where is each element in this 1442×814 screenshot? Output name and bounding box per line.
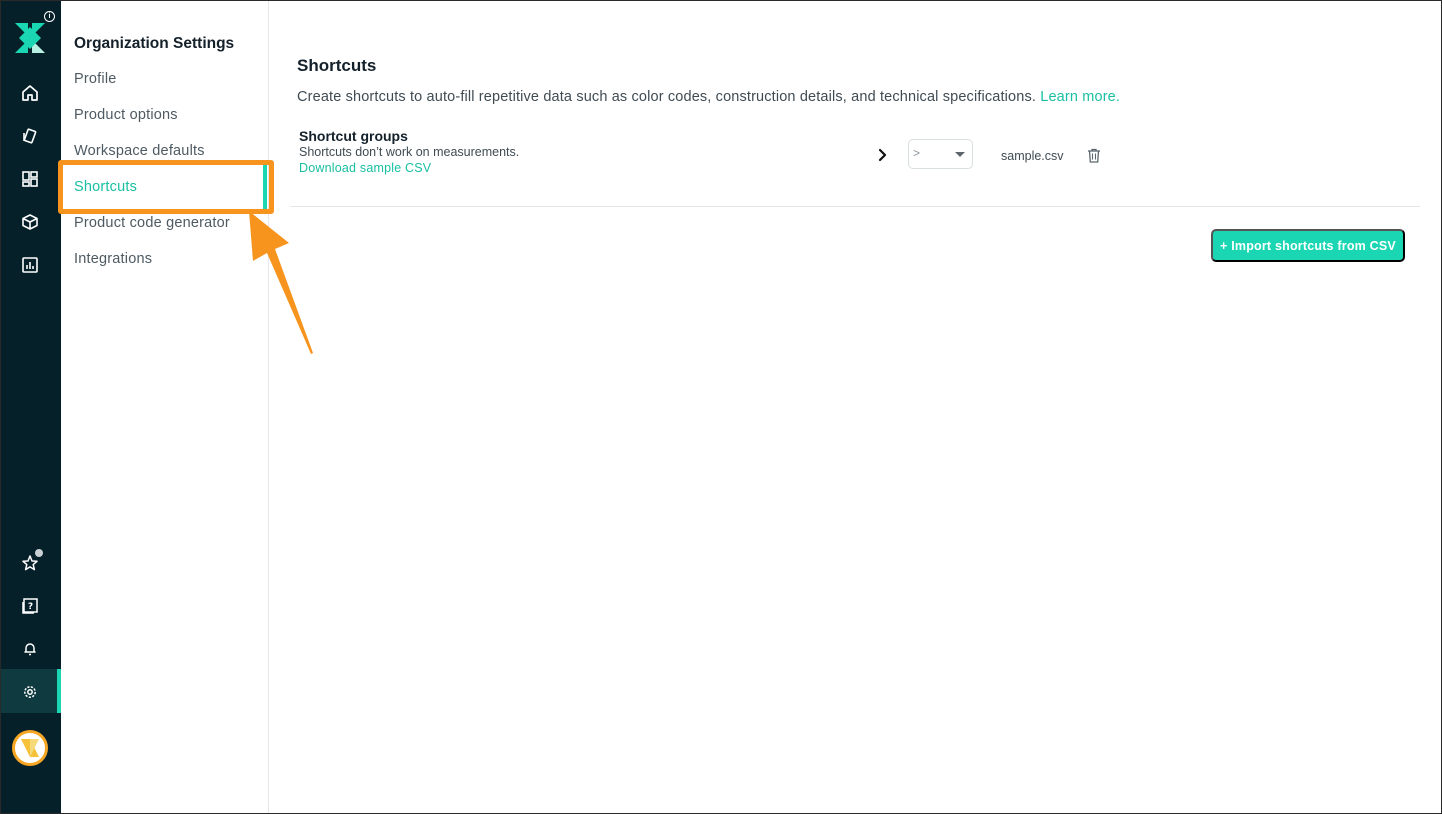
shortcut-group-select[interactable]: > xyxy=(908,139,973,169)
chart-icon[interactable] xyxy=(18,253,42,277)
sidebar-item-product-options[interactable]: Product options xyxy=(74,107,178,123)
tag-icon[interactable] xyxy=(18,124,42,148)
sidebar-item-integrations[interactable]: Integrations xyxy=(74,251,152,267)
main-content: Shortcuts Create shortcuts to auto-fill … xyxy=(269,1,1441,813)
file-name: sample.csv xyxy=(1001,149,1064,163)
section-divider xyxy=(290,206,1420,207)
shortcut-groups-subtitle: Shortcuts don’t work on measurements. xyxy=(299,145,520,159)
avatar-logo-icon xyxy=(21,739,39,757)
svg-text:?: ? xyxy=(28,602,33,612)
sidebar-item-product-code-generator[interactable]: Product code generator xyxy=(74,215,230,231)
pointer-arrow-icon xyxy=(249,211,313,354)
home-icon[interactable] xyxy=(18,81,42,105)
avatar[interactable] xyxy=(12,730,48,766)
sidebar-title: Organization Settings xyxy=(74,35,235,52)
trash-icon[interactable] xyxy=(1087,148,1101,163)
select-value: > xyxy=(913,146,921,160)
app-logo-icon[interactable] xyxy=(15,23,45,53)
page-description: Create shortcuts to auto-fill repetitive… xyxy=(297,89,1120,105)
chevron-right-icon[interactable] xyxy=(875,147,891,163)
notification-dot xyxy=(35,549,43,557)
gear-icon[interactable] xyxy=(18,680,42,704)
sidebar-item-profile[interactable]: Profile xyxy=(74,71,117,87)
app-window: i ? Organization Settings Profile Produc… xyxy=(0,0,1442,814)
shortcut-groups-title: Shortcut groups xyxy=(299,128,408,144)
help-icon[interactable]: ? xyxy=(18,594,42,618)
grid-icon[interactable] xyxy=(18,167,42,191)
highlight-box xyxy=(58,160,274,214)
learn-more-link[interactable]: Learn more. xyxy=(1040,89,1120,105)
bell-icon[interactable] xyxy=(18,637,42,661)
download-sample-csv-link[interactable]: Download sample CSV xyxy=(299,161,431,175)
description-text: Create shortcuts to auto-fill repetitive… xyxy=(297,89,1037,105)
page-title: Shortcuts xyxy=(297,56,377,75)
import-shortcuts-button[interactable]: + Import shortcuts from CSV xyxy=(1211,229,1405,262)
info-icon[interactable]: i xyxy=(44,11,55,22)
settings-sidebar: Organization Settings Profile Product op… xyxy=(61,1,269,813)
sidebar-item-workspace-defaults[interactable]: Workspace defaults xyxy=(74,143,205,159)
app-rail: i ? xyxy=(1,1,61,813)
box-icon[interactable] xyxy=(18,210,42,234)
caret-down-icon xyxy=(955,152,965,157)
